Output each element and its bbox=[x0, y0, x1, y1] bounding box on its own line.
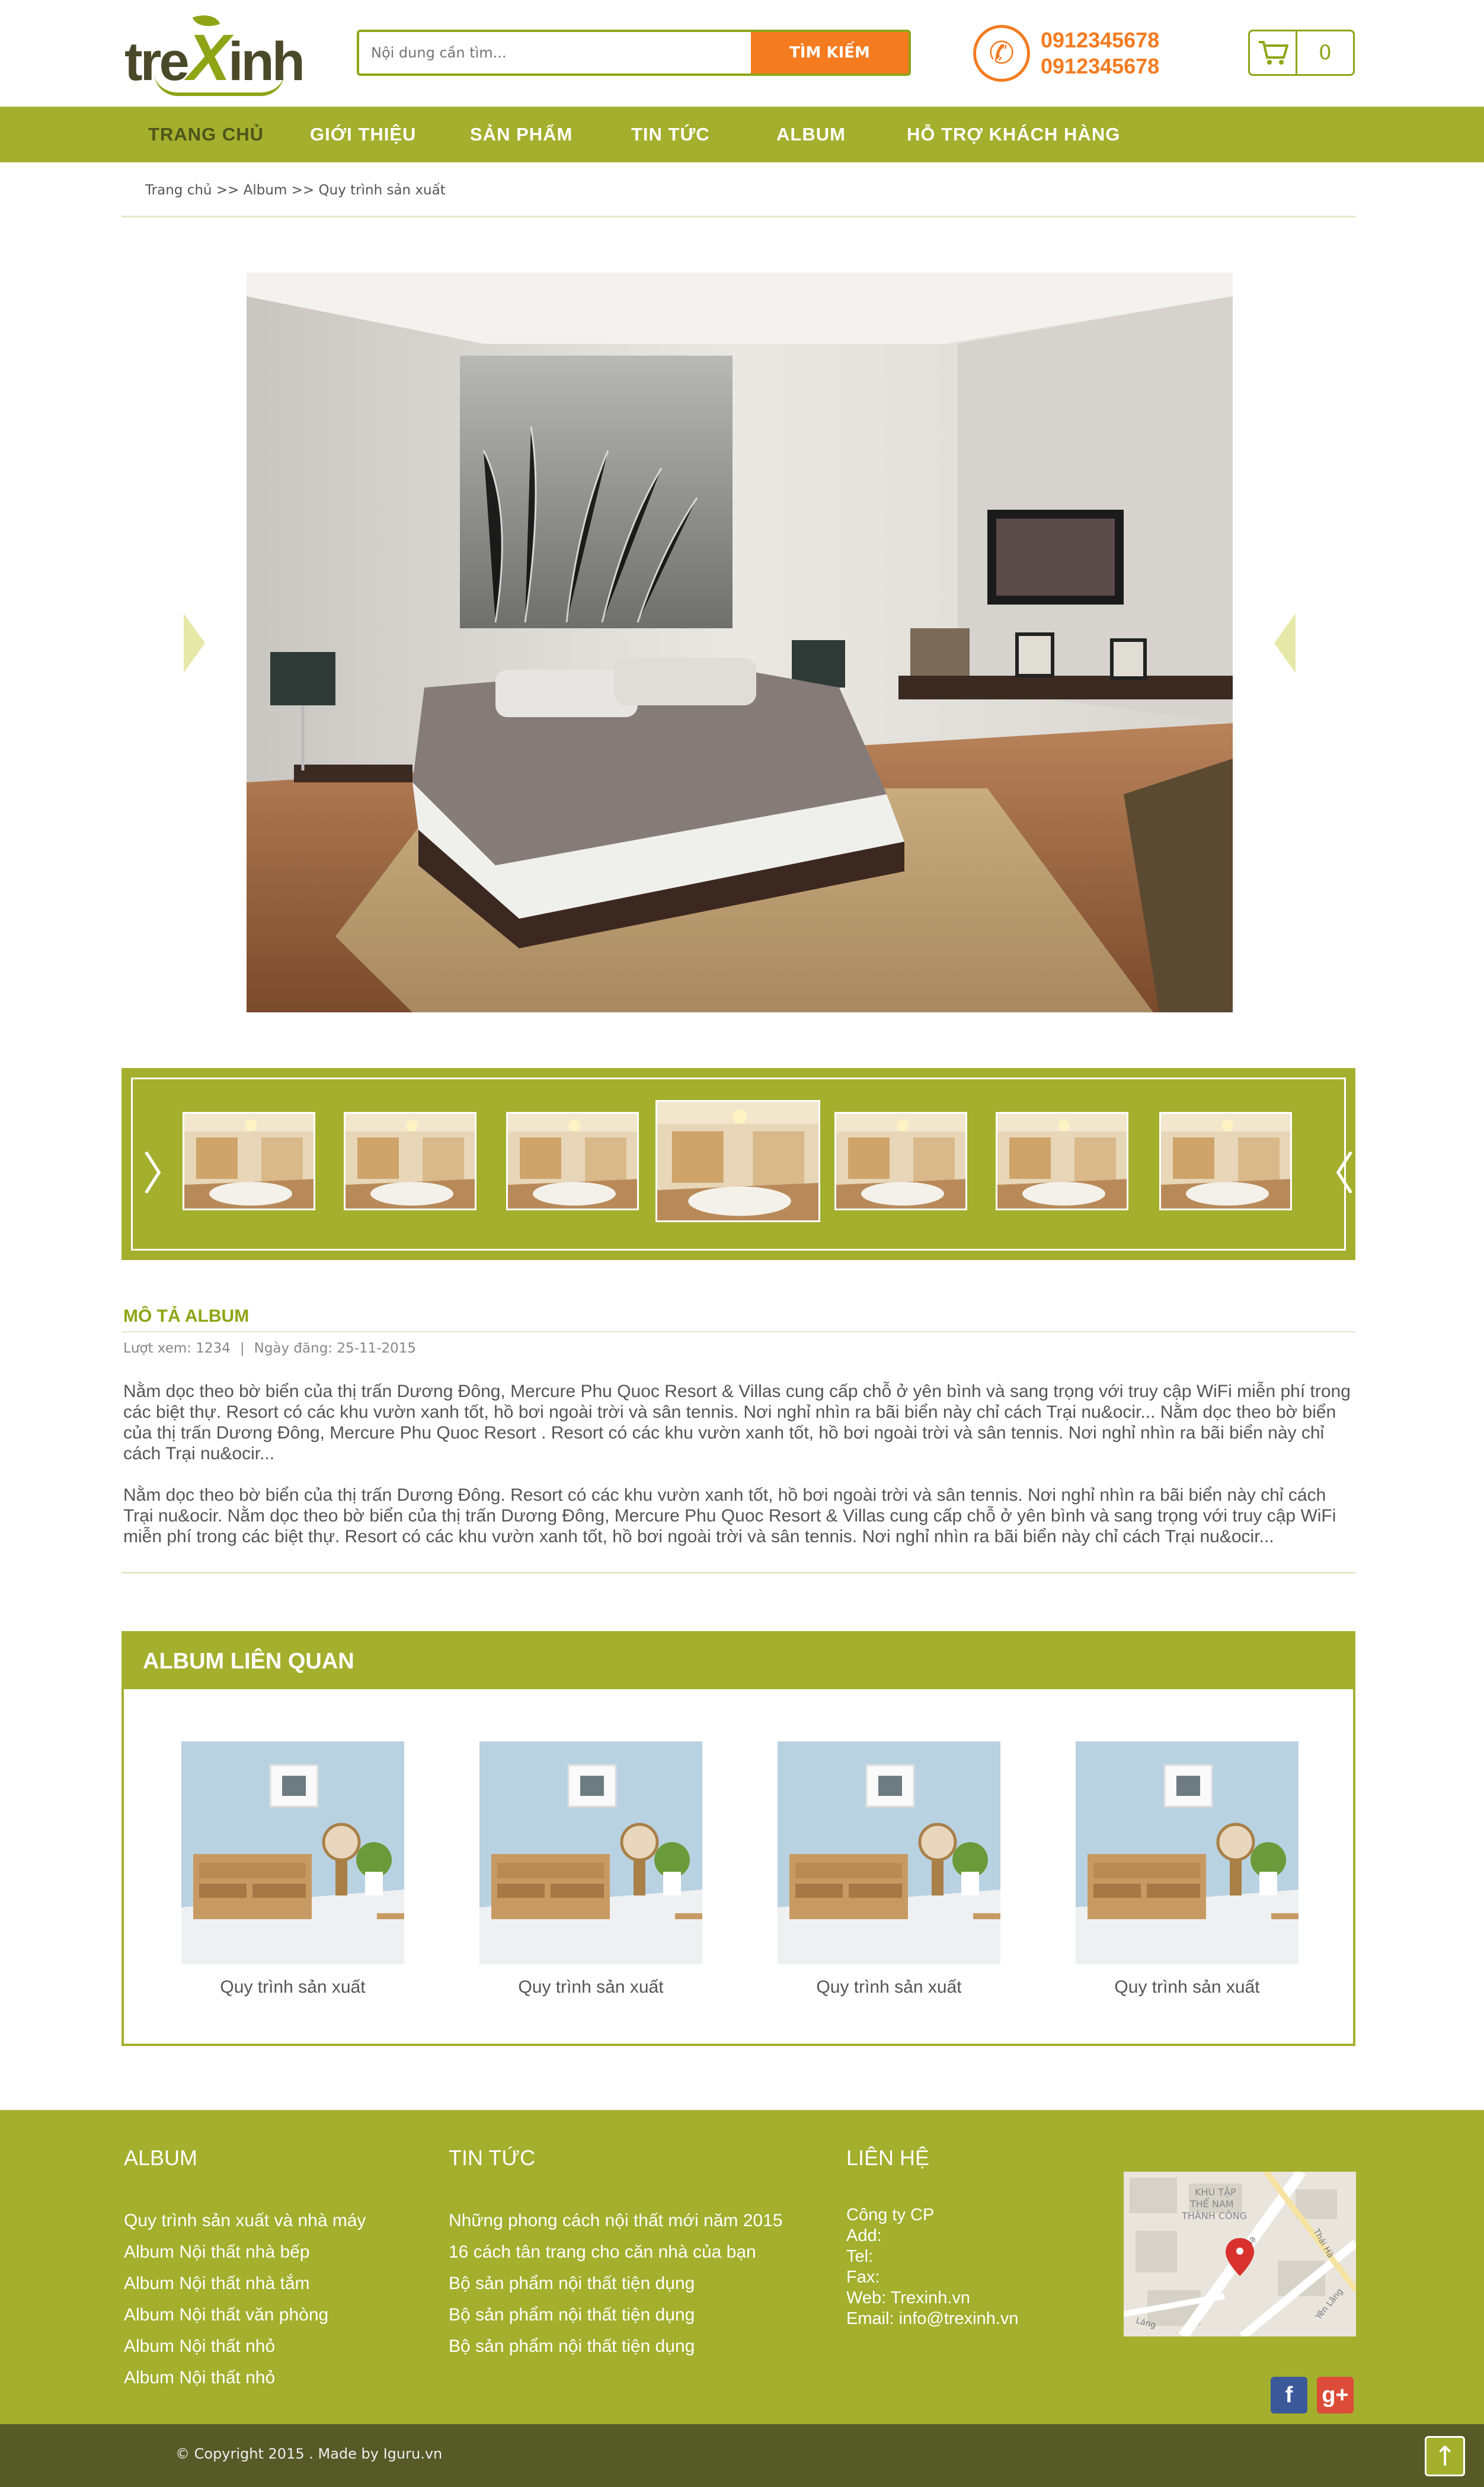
footer-link[interactable]: Quy trình sản xuất và nhà máy bbox=[124, 2205, 366, 2236]
hotline-number-1[interactable]: 0912345678 bbox=[1041, 27, 1159, 53]
footer-link[interactable]: Album Nội thất nhà tắm bbox=[124, 2268, 366, 2299]
contact-tel: Tel: bbox=[846, 2247, 874, 2266]
footer-link[interactable]: 16 cách tân trang cho căn nhà của bạn bbox=[449, 2236, 782, 2268]
search-bar: TÌM KIẾM bbox=[357, 30, 911, 76]
description-paragraph: Nằm dọc theo bờ biển của thị trấn Dương … bbox=[123, 1485, 1336, 1546]
divider bbox=[121, 216, 1355, 218]
contact-email[interactable]: Email: info@trexinh.vn bbox=[846, 2309, 1019, 2329]
nav-item-support[interactable]: HỖ TRỢ KHÁCH HÀNG bbox=[907, 107, 1120, 162]
related-album-card[interactable]: Quy trình sản xuất bbox=[479, 1741, 702, 1997]
logo-swoosh bbox=[154, 72, 284, 96]
main-nav: TRANG CHỦ GIỚI THIỆU SẢN PHẨM TIN TỨC AL… bbox=[0, 107, 1484, 162]
footer-news-links: Những phong cách nội thất mới năm 2015 1… bbox=[449, 2205, 782, 2362]
back-to-top-icon[interactable]: ↑ bbox=[1425, 2436, 1465, 2476]
map-label: THÀNH CÔNG bbox=[1181, 2210, 1247, 2221]
footer-link[interactable]: Những phong cách nội thất mới năm 2015 bbox=[449, 2205, 782, 2236]
copyright-bar: © Copyright 2015 . Made by Iguru.vn ↑ bbox=[0, 2424, 1484, 2487]
description-body: Nằm dọc theo bờ biển của thị trấn Dương … bbox=[123, 1381, 1356, 1568]
footer: ALBUM Quy trình sản xuất và nhà máy Albu… bbox=[0, 2110, 1484, 2424]
divider bbox=[121, 1331, 1355, 1332]
shopping-cart-icon bbox=[1258, 41, 1288, 65]
footer-contact-title: LIÊN HỆ bbox=[846, 2146, 930, 2170]
footer-link[interactable]: Album Nội thất nhà bếp bbox=[124, 2236, 366, 2268]
slide-prev-arrow[interactable] bbox=[184, 613, 205, 673]
related-album-caption[interactable]: Quy trình sản xuất bbox=[181, 1977, 404, 1997]
meta-separator: | bbox=[239, 1341, 245, 1356]
map-label: THỂ NAM bbox=[1189, 2197, 1234, 2210]
map-image: KHU TẬP THỂ NAM THÀNH CÔNG Láng Hạ Thái … bbox=[1124, 2172, 1356, 2336]
footer-link[interactable]: Album Nội thất nhỏ bbox=[124, 2331, 366, 2362]
album-thumbnail[interactable] bbox=[834, 1112, 967, 1210]
map-label: KHU TẬP bbox=[1195, 2186, 1236, 2198]
cart-button[interactable]: 0 bbox=[1248, 30, 1355, 76]
cart-count: 0 bbox=[1319, 41, 1332, 65]
footer-link[interactable]: Bộ sản phẩm nội thất tiện dụng bbox=[449, 2299, 782, 2331]
related-album-caption[interactable]: Quy trình sản xuất bbox=[1076, 1977, 1298, 1997]
thumbnail-prev-icon[interactable]: 〉 bbox=[142, 1152, 187, 1197]
nav-item-home[interactable]: TRANG CHỦ bbox=[148, 107, 264, 162]
contact-address: Add: bbox=[846, 2226, 882, 2245]
hotline-number-2[interactable]: 0912345678 bbox=[1041, 53, 1159, 79]
nav-item-album[interactable]: ALBUM bbox=[776, 107, 846, 162]
breadcrumb: Trang chủ >> Album >> Quy trình sản xuất bbox=[145, 183, 446, 198]
related-album-image[interactable] bbox=[1076, 1741, 1298, 1964]
view-count: Lượt xem: 1234 bbox=[123, 1341, 231, 1356]
album-thumbnail[interactable] bbox=[996, 1112, 1128, 1210]
footer-album-title: ALBUM bbox=[124, 2146, 198, 2170]
related-album-card[interactable]: Quy trình sản xuất bbox=[1076, 1741, 1298, 1997]
nav-item-about[interactable]: GIỚI THIỆU bbox=[310, 107, 416, 162]
site-logo[interactable]: treXinh bbox=[124, 9, 305, 96]
footer-link[interactable]: Album Nội thất nhỏ bbox=[124, 2362, 366, 2393]
hotline: 0912345678 0912345678 bbox=[1041, 27, 1159, 79]
divider bbox=[121, 1572, 1355, 1574]
album-thumbnail[interactable] bbox=[1159, 1112, 1292, 1210]
post-date: Ngày đăng: 25-11-2015 bbox=[254, 1341, 417, 1356]
related-albums-title: ALBUM LIÊN QUAN bbox=[124, 1634, 1353, 1689]
slide-next-arrow[interactable] bbox=[1274, 613, 1296, 673]
facebook-icon[interactable]: f bbox=[1271, 2377, 1307, 2414]
google-plus-icon[interactable]: g+ bbox=[1317, 2377, 1354, 2414]
footer-link[interactable]: Bộ sản phẩm nội thất tiện dụng bbox=[449, 2331, 782, 2362]
nav-item-news[interactable]: TIN TỨC bbox=[631, 107, 710, 162]
related-album-card[interactable]: Quy trình sản xuất bbox=[181, 1741, 404, 1997]
contact-web[interactable]: Web: Trexinh.vn bbox=[846, 2288, 1019, 2309]
album-thumbnail[interactable] bbox=[655, 1100, 820, 1222]
location-map[interactable]: KHU TẬP THỂ NAM THÀNH CÔNG Láng Hạ Thái … bbox=[1124, 2172, 1356, 2336]
footer-news-title: TIN TỨC bbox=[449, 2146, 536, 2170]
related-album-caption[interactable]: Quy trình sản xuất bbox=[778, 1977, 1000, 1997]
related-album-caption[interactable]: Quy trình sản xuất bbox=[479, 1977, 702, 1997]
related-album-image[interactable] bbox=[181, 1741, 404, 1964]
footer-contact-info: Công ty CP Add: Tel: Fax: Web: Trexinh.v… bbox=[846, 2205, 1019, 2329]
album-meta: Lượt xem: 1234 | Ngày đăng: 25-11-2015 bbox=[123, 1341, 416, 1356]
related-album-image[interactable] bbox=[778, 1741, 1000, 1964]
contact-company: Công ty CP bbox=[846, 2205, 935, 2224]
album-thumbnail[interactable] bbox=[506, 1112, 639, 1210]
album-thumbnail[interactable] bbox=[344, 1112, 476, 1210]
cart-icon bbox=[1250, 31, 1297, 74]
contact-fax: Fax: bbox=[846, 2268, 880, 2287]
related-album-image[interactable] bbox=[479, 1741, 702, 1964]
album-thumbnail[interactable] bbox=[183, 1112, 315, 1210]
related-album-card[interactable]: Quy trình sản xuất bbox=[778, 1741, 1000, 1997]
footer-link[interactable]: Bộ sản phẩm nội thất tiện dụng bbox=[449, 2268, 782, 2299]
footer-link[interactable]: Album Nội thất văn phòng bbox=[124, 2299, 366, 2331]
nav-item-products[interactable]: SẢN PHẨM bbox=[470, 107, 573, 162]
description-paragraph: Nằm dọc theo bờ biển của thị trấn Dương … bbox=[123, 1382, 1351, 1463]
description-title: MÔ TẢ ALBUM bbox=[123, 1306, 250, 1326]
search-button[interactable]: TÌM KIẾM bbox=[751, 32, 909, 73]
footer-album-links: Quy trình sản xuất và nhà máy Album Nội … bbox=[124, 2205, 366, 2393]
bedroom-photo bbox=[247, 273, 1233, 1012]
search-input[interactable] bbox=[359, 32, 751, 73]
copyright-text: © Copyright 2015 . Made by Iguru.vn bbox=[175, 2446, 443, 2462]
thumbnail-next-icon[interactable]: 〈 bbox=[1310, 1152, 1355, 1197]
phone-icon: ✆ bbox=[973, 25, 1030, 82]
album-main-image bbox=[247, 273, 1233, 1012]
